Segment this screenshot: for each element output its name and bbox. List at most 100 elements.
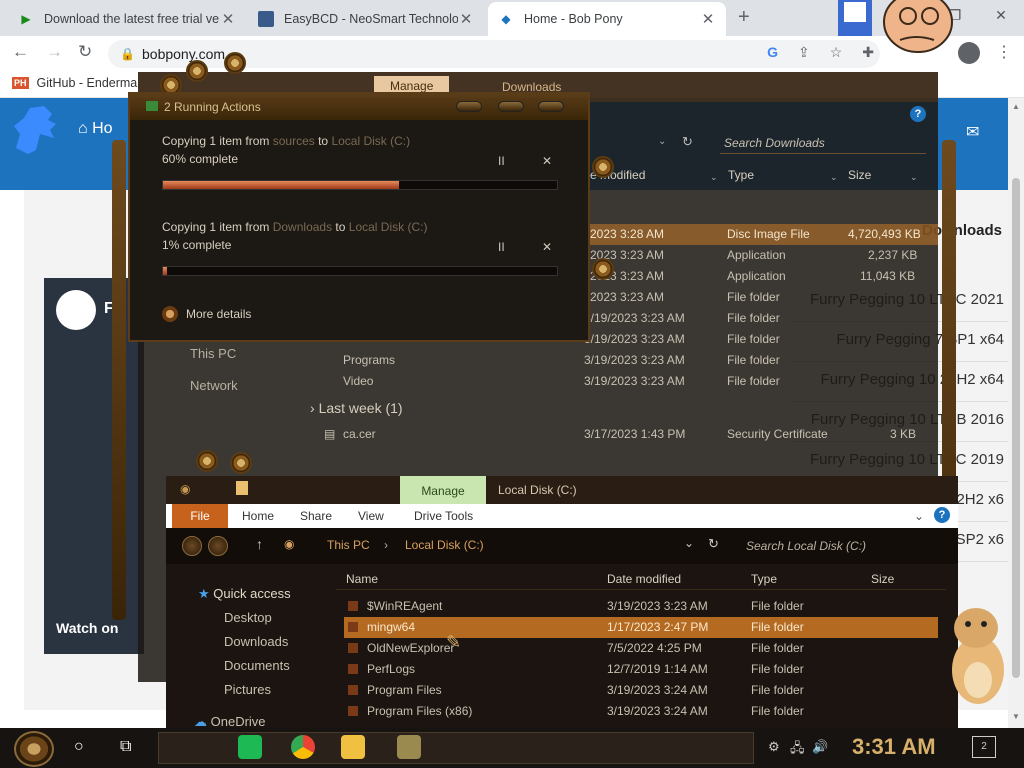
minimize-button[interactable] (456, 101, 482, 112)
forward-button[interactable] (208, 536, 228, 556)
nav-quick-access[interactable]: ★ Quick access (198, 586, 291, 602)
tab-close-icon[interactable]: ✕ (458, 10, 474, 28)
maximize-button[interactable] (498, 101, 524, 112)
share-icon[interactable]: ⇪ (798, 44, 810, 61)
file-row[interactable]: OldNewExplorer 7/5/2022 4:25 PM File fol… (344, 638, 938, 659)
chrome-menu-icon[interactable]: ⋮ (996, 42, 1012, 62)
nav-documents[interactable]: Documents (224, 658, 290, 673)
column-size[interactable]: Size (871, 572, 894, 586)
tab-drive-tools[interactable]: Drive Tools (414, 509, 473, 523)
scrollbar-thumb[interactable] (1012, 178, 1020, 678)
hamster-app-icon[interactable] (397, 735, 421, 759)
source-link[interactable]: sources (273, 134, 315, 148)
site-home-link[interactable]: ⌂ Ho (78, 120, 113, 138)
network-icon[interactable]: 🖧 (790, 739, 805, 761)
chrome-icon[interactable] (291, 735, 315, 759)
task-view-icon[interactable]: ⧉ (120, 738, 131, 756)
refresh-icon[interactable]: ↻ (682, 134, 693, 150)
breadcrumb-this-pc[interactable]: This PC (327, 538, 370, 552)
file-date: 2023 3:28 AM (590, 227, 665, 241)
taskbar-clock[interactable]: 3:31 AM (852, 734, 936, 760)
column-type[interactable]: Type (751, 572, 777, 586)
tab-file[interactable]: File (172, 504, 228, 528)
nav-desktop[interactable]: Desktop (224, 610, 272, 625)
browser-tab-download[interactable]: ▶ Download the latest free trial ver ✕ (8, 2, 246, 36)
column-type[interactable]: Type (728, 168, 754, 188)
tray-gear-icon[interactable]: ⚙ (768, 739, 780, 755)
file-row[interactable]: PerfLogs 12/7/2019 1:14 AM File folder (344, 659, 938, 680)
file-type: Disc Image File (727, 227, 810, 241)
reload-icon[interactable]: ↻ (78, 42, 92, 62)
cancel-icon[interactable]: ✕ (542, 154, 552, 168)
group-last-week[interactable]: › Last week (1) (310, 400, 403, 416)
close-button[interactable] (538, 101, 564, 112)
watch-on-youtube[interactable]: Watch on (56, 620, 118, 636)
spotify-icon[interactable] (238, 735, 262, 759)
scroll-up-icon[interactable]: ▲ (1012, 102, 1020, 111)
search-downloads-input[interactable]: Search Downloads (720, 132, 926, 154)
source-link[interactable]: Downloads (273, 220, 332, 234)
column-size[interactable]: Size (848, 168, 871, 188)
tab-close-icon[interactable]: ✕ (220, 10, 236, 28)
new-tab-button[interactable]: + (738, 6, 750, 29)
tab-close-icon[interactable]: ✕ (700, 10, 716, 28)
sort-chevron-icon[interactable]: ⌄ (830, 172, 838, 183)
tab-view[interactable]: View (358, 509, 384, 523)
file-row[interactable]: Program Files 3/19/2023 3:24 AM File fol… (344, 680, 938, 701)
column-date-modified[interactable]: Date modified (607, 572, 681, 586)
nav-network[interactable]: Network (190, 378, 238, 393)
google-lens-icon[interactable]: G (767, 44, 778, 61)
page-scrollbar[interactable]: ▲ ▼ (1008, 98, 1024, 728)
nav-pictures[interactable]: Pictures (224, 682, 271, 697)
chevron-down-icon[interactable]: ⌄ (658, 136, 666, 147)
help-icon[interactable]: ? (934, 507, 950, 523)
file-date: 3/19/2023 3:23 AM (584, 374, 685, 388)
column-name[interactable]: Name (346, 572, 378, 586)
bobpony-logo[interactable] (10, 104, 60, 156)
pause-icon[interactable]: II (498, 240, 505, 254)
browser-tab-bobpony[interactable]: ◆ Home - Bob Pony ✕ (488, 2, 726, 36)
bookmark-github[interactable]: PH GitHub - Enderma (12, 76, 137, 90)
file-row-selected[interactable]: mingw64 1/17/2023 2:47 PM File folder (344, 617, 938, 638)
tab-share[interactable]: Share (300, 509, 332, 523)
sort-chevron-icon[interactable]: ⌄ (910, 172, 918, 183)
forward-icon[interactable]: → (46, 42, 63, 62)
quick-access-toolbar-icon[interactable]: ◉ (180, 482, 190, 496)
nav-this-pc[interactable]: This PC (190, 346, 236, 361)
nav-downloads[interactable]: Downloads (224, 634, 288, 649)
chevron-down-icon[interactable]: ⌄ (914, 509, 924, 523)
more-details-button[interactable]: More details (162, 306, 251, 322)
start-button[interactable] (14, 731, 54, 767)
notification-center-icon[interactable]: 2 (972, 736, 996, 758)
volume-icon[interactable]: 🔊 (812, 739, 828, 755)
search-local-disk-input[interactable]: Search Local Disk (C:) (746, 536, 940, 556)
refresh-icon[interactable]: ↻ (708, 536, 719, 552)
file-explorer-icon[interactable] (341, 735, 365, 759)
back-icon[interactable]: ← (12, 42, 29, 62)
scroll-down-icon[interactable]: ▼ (1012, 712, 1020, 721)
file-row[interactable]: Programs 3/19/2023 3:23 AM File folder (138, 350, 938, 371)
cortana-icon[interactable]: ○ (74, 738, 84, 756)
file-row[interactable]: $WinREAgent 3/19/2023 3:23 AM File folde… (344, 596, 938, 617)
browser-tab-easybcd[interactable]: EasyBCD - NeoSmart Technologi ✕ (248, 2, 484, 36)
file-row[interactable]: ▤ ca.cer 3/17/2023 1:43 PM Security Cert… (138, 424, 938, 445)
file-row[interactable]: Video 3/19/2023 3:23 AM File folder (138, 371, 938, 392)
cancel-icon[interactable]: ✕ (542, 240, 552, 254)
close-window-icon[interactable]: ✕ (978, 0, 1024, 30)
destination-link[interactable]: Local Disk (C:) (349, 220, 428, 234)
tab-manage[interactable]: Manage (400, 476, 486, 504)
up-arrow-icon[interactable]: ↑ (256, 536, 263, 552)
explorer-titlebar: ◉ Manage Local Disk (C:) (166, 476, 958, 504)
tab-home[interactable]: Home (242, 509, 274, 523)
destination-link[interactable]: Local Disk (C:) (331, 134, 410, 148)
chevron-down-icon[interactable]: ⌄ (684, 536, 694, 550)
help-icon[interactable]: ? (910, 106, 926, 122)
file-row[interactable]: Program Files (x86) 3/19/2023 3:24 AM Fi… (344, 701, 938, 722)
folder-icon (348, 664, 358, 674)
mail-icon[interactable]: ✉ (966, 122, 979, 142)
pause-icon[interactable]: II (498, 154, 505, 168)
sort-chevron-icon[interactable]: ⌄ (710, 172, 718, 183)
breadcrumb-local-disk[interactable]: Local Disk (C:) (405, 538, 484, 552)
back-button[interactable] (182, 536, 202, 556)
profile-avatar[interactable] (958, 42, 980, 64)
